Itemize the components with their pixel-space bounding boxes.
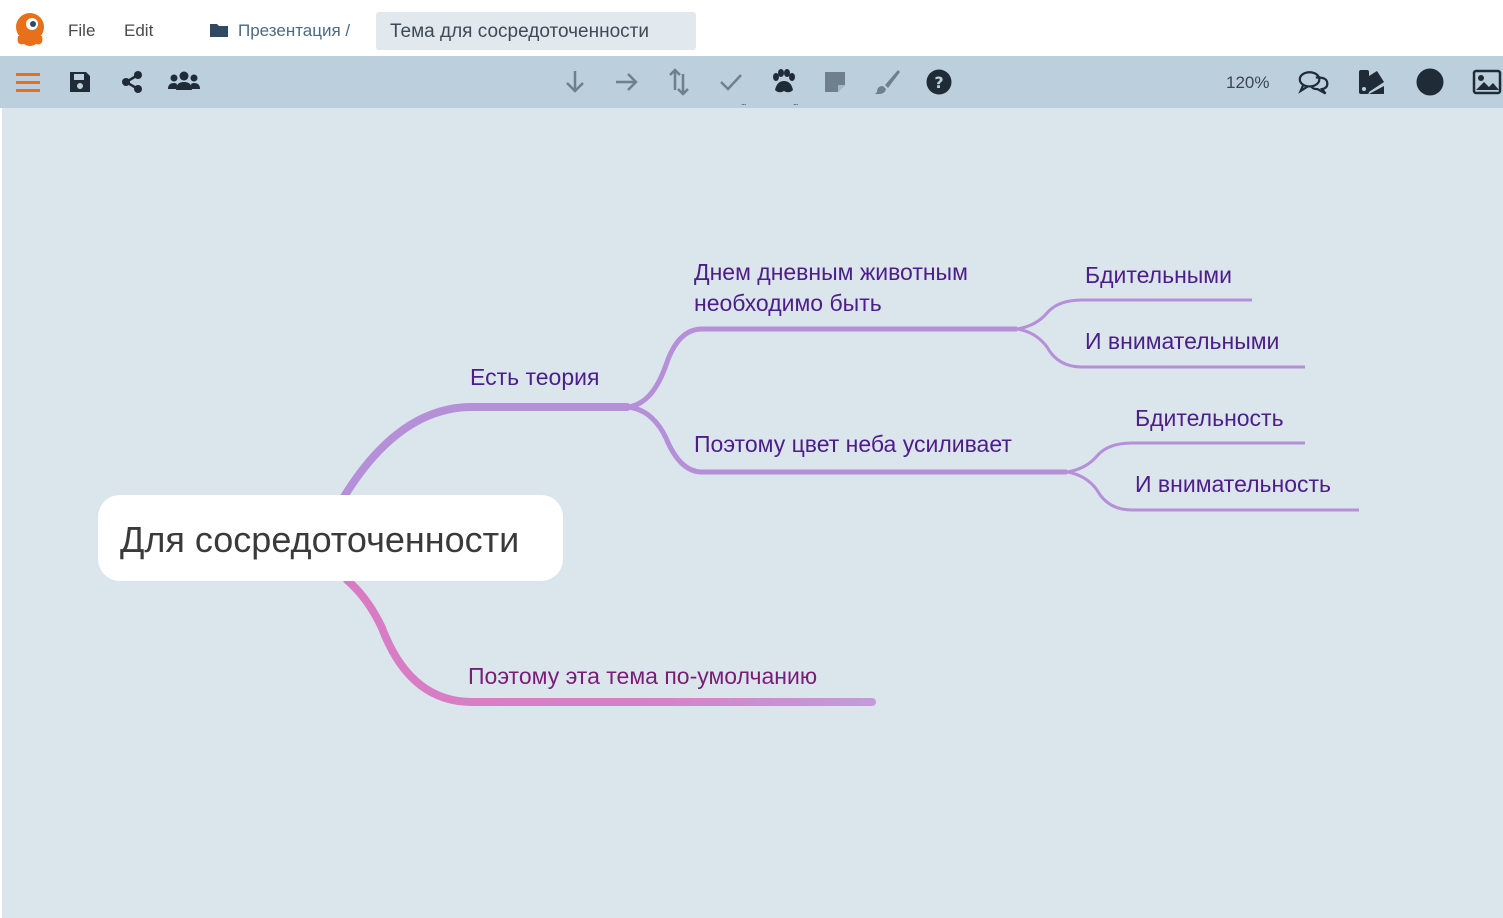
mindmap-canvas[interactable]: Для сосредоточенности Есть теория Днем д… [2, 108, 1503, 918]
branch-vigilant [1016, 298, 1252, 331]
swap-button[interactable] [663, 66, 695, 98]
save-icon [70, 72, 90, 92]
theme-icon [1359, 70, 1384, 94]
brush-icon [875, 70, 900, 95]
central-topic-label: Для сосредоточенности [120, 519, 520, 560]
branch-day [626, 326, 1017, 410]
breadcrumb-folder[interactable]: Презентация / [238, 21, 350, 41]
topic-vigilance[interactable]: Бдительность [1135, 403, 1284, 434]
add-child-button[interactable] [559, 66, 591, 98]
topic-vigilant[interactable]: Бдительными [1085, 260, 1232, 291]
arrow-right-icon [616, 73, 638, 91]
toolbar: ... ... ? 120% [0, 56, 1503, 108]
topic-attention[interactable]: И внимательность [1135, 469, 1331, 500]
menu-icon [16, 73, 40, 92]
share-icon [122, 71, 142, 93]
share-button[interactable] [116, 66, 148, 98]
collaborators-icon [168, 71, 200, 90]
topic-attentive[interactable]: И внимательными [1085, 326, 1279, 357]
help-icon: ? [926, 69, 952, 95]
save-button[interactable] [64, 66, 96, 98]
note-button[interactable] [819, 66, 851, 98]
edit-menu[interactable]: Edit [124, 21, 153, 41]
task-more-indicator: ... [741, 97, 746, 107]
help-button[interactable]: ? [923, 66, 955, 98]
zoom-level[interactable]: 120% [1226, 73, 1269, 93]
menu-button[interactable] [12, 66, 44, 98]
svg-text:?: ? [934, 73, 943, 92]
arrow-down-icon [566, 71, 584, 93]
add-sibling-button[interactable] [611, 66, 643, 98]
comments-icon [1298, 71, 1329, 95]
topic-theory[interactable]: Есть теория [470, 362, 599, 393]
theme-button[interactable] [1356, 66, 1388, 98]
style-button[interactable] [871, 66, 903, 98]
icon-button[interactable] [767, 66, 799, 98]
icon-more-indicator: ... [793, 97, 798, 107]
document-title: Тема для сосредоточенности [390, 21, 649, 42]
file-menu[interactable]: File [68, 21, 95, 41]
swap-vertical-icon [669, 68, 689, 96]
topic-sky[interactable]: Поэтому цвет неба усиливает [694, 429, 1012, 460]
folder-icon [210, 24, 228, 37]
app-logo-icon[interactable] [10, 10, 50, 50]
document-title-tab[interactable]: Тема для сосредоточенности [376, 12, 696, 50]
task-button[interactable] [715, 66, 747, 98]
collaborators-button[interactable] [168, 66, 200, 98]
branch-theory [338, 403, 631, 504]
image-icon [1472, 69, 1502, 95]
checkmark-icon [720, 74, 742, 91]
color-button[interactable] [1414, 66, 1446, 98]
topic-day-line2[interactable]: необходимо быть [694, 288, 882, 319]
topic-default-theme[interactable]: Поэтому эта тема по-умолчанию [468, 661, 817, 692]
paw-icon [773, 69, 795, 93]
central-topic[interactable]: Для сосредоточенности [98, 495, 563, 581]
circle-icon [1416, 68, 1444, 96]
image-button[interactable] [1471, 66, 1503, 98]
sticky-note-icon [825, 72, 845, 92]
title-bar: File Edit Презентация / Тема для сосредо… [0, 0, 1503, 56]
comments-button[interactable] [1298, 66, 1330, 98]
topic-day-line1[interactable]: Днем дневным животным [694, 257, 968, 288]
branch-vigilance [1066, 441, 1305, 474]
